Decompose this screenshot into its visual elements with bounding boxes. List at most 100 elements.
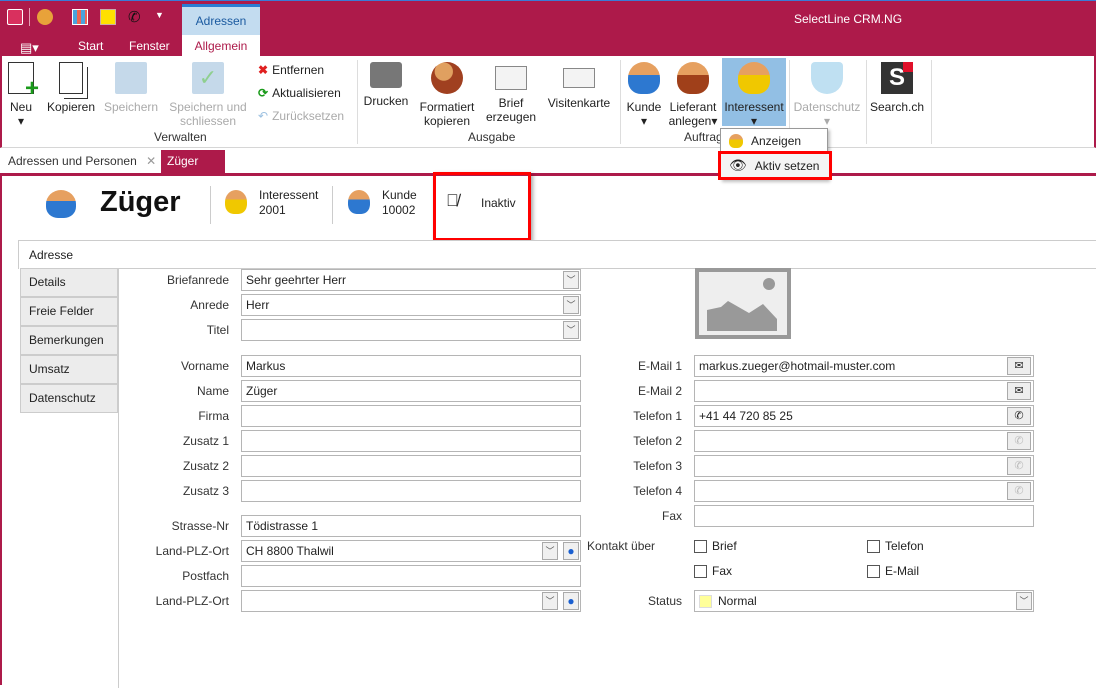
chevron-down-icon[interactable]: ﹀ <box>563 296 579 314</box>
lieferant-anlegen-button[interactable]: Lieferant anlegen▾ <box>666 62 720 128</box>
field-land-plz-ort[interactable]: CH 8800 Thalwil ﹀ ● <box>241 540 581 562</box>
side-tab-umsatz[interactable]: Umsatz <box>20 355 118 384</box>
checkbox-box[interactable] <box>694 539 707 553</box>
field-telefon-3[interactable]: ✆ <box>694 455 1034 477</box>
prospect-inactive-icon <box>225 190 247 214</box>
zuruecksetzen-button[interactable]: ↶ Zurücksetzen <box>258 109 344 123</box>
note-icon[interactable] <box>100 9 116 25</box>
status-select[interactable]: Normal ﹀ <box>694 590 1034 612</box>
doc-tab-adressen[interactable]: Adressen und Personen ✕ <box>2 150 163 173</box>
phone-icon[interactable]: ✆ <box>1007 407 1031 425</box>
calendar-icon[interactable] <box>72 9 88 25</box>
field-value: Sehr geehrter Herr <box>246 273 347 287</box>
side-tab-bemerkungen[interactable]: Bemerkungen <box>20 326 118 355</box>
tab-start[interactable]: Start <box>78 39 103 53</box>
close-icon[interactable]: ✕ <box>146 154 156 168</box>
label: E-Mail 1 <box>637 359 682 373</box>
checkbox-e-mail[interactable]: E-Mail <box>867 564 919 578</box>
chevron-down-icon[interactable]: ﹀ <box>1016 592 1032 610</box>
phone-icon[interactable]: ✆ <box>1007 432 1031 450</box>
field-anrede[interactable]: Herr ﹀ <box>241 294 581 316</box>
map-pin-icon[interactable]: ● <box>563 542 579 560</box>
chevron-down-icon[interactable]: ﹀ <box>542 592 558 610</box>
label: Briefanrede <box>166 273 229 287</box>
qat-dropdown-icon[interactable]: ▼ <box>155 10 164 20</box>
interessent-link[interactable]: Interessent 2001 <box>259 188 318 218</box>
formatiert-kopieren-button[interactable]: Formatiert kopieren <box>417 62 477 128</box>
interessent-button[interactable]: Interessent ▾ <box>722 58 786 128</box>
email-compose-icon[interactable]: ✉ <box>1007 382 1031 400</box>
field-briefanrede[interactable]: Sehr geehrter Herr ﹀ <box>241 269 581 291</box>
field-telefon-2[interactable]: ✆ <box>694 430 1034 452</box>
phone-icon[interactable]: ✆ <box>1007 482 1031 500</box>
map-pin-icon[interactable]: ● <box>563 592 579 610</box>
tab-allgemein[interactable]: Allgemein <box>182 35 260 57</box>
kunde-button[interactable]: Kunde ▾ <box>624 62 664 128</box>
chevron-down-icon[interactable]: ﹀ <box>542 542 558 560</box>
field-zusatz-1[interactable] <box>241 430 581 452</box>
field-e-mail-2[interactable]: ✉ <box>694 380 1034 402</box>
field-land-plz-ort[interactable]: ﹀ ● <box>241 590 581 612</box>
kopieren-button[interactable]: Kopieren <box>46 62 96 114</box>
checkbox-fax[interactable]: Fax <box>694 564 732 578</box>
photo-placeholder[interactable] <box>695 268 791 339</box>
field-name[interactable]: Züger <box>241 380 581 402</box>
neu-button[interactable]: + Neu ▾ <box>8 62 39 128</box>
field-value: Tödistrasse 1 <box>246 519 319 533</box>
side-tab-details[interactable]: Details <box>20 268 118 297</box>
field-titel[interactable]: ﹀ <box>241 319 581 341</box>
visitenkarte-button[interactable]: Visitenkarte <box>546 62 612 110</box>
checkbox-label: Telefon <box>885 539 924 553</box>
remove-icon: ✖ <box>258 63 269 77</box>
addresses-icon[interactable] <box>37 9 53 25</box>
phone-icon[interactable]: ✆ <box>1007 457 1031 475</box>
field-value: markus.zueger@hotmail-muster.com <box>699 359 896 373</box>
status-color-swatch <box>699 594 712 608</box>
brief-erzeugen-button[interactable]: Brief erzeugen <box>486 62 536 124</box>
menu-item-anzeigen[interactable]: Anzeigen <box>729 134 801 148</box>
kunde-link[interactable]: Kunde 10002 <box>382 188 417 218</box>
field-zusatz-2[interactable] <box>241 455 581 477</box>
doc-tab-zueger[interactable]: Züger ✕ <box>161 150 225 191</box>
field-postfach[interactable] <box>241 565 581 587</box>
field-vorname[interactable]: Markus <box>241 355 581 377</box>
speichern-button[interactable]: Speichern <box>104 62 158 114</box>
search-ch-button[interactable]: S Search.ch <box>869 62 925 114</box>
label: E-Mail 2 <box>637 384 682 398</box>
tab-adresse[interactable]: Adresse <box>18 240 1096 269</box>
email-compose-icon[interactable]: ✉ <box>1007 357 1031 375</box>
prospect-icon <box>729 134 743 148</box>
field-zusatz-3[interactable] <box>241 480 581 502</box>
checkbox-box[interactable] <box>867 539 880 553</box>
field-value: CH 8800 Thalwil <box>246 544 334 558</box>
phone-icon[interactable]: ✆ <box>128 8 141 26</box>
checkbox-box[interactable] <box>867 564 880 578</box>
checkbox-box[interactable] <box>694 564 707 578</box>
checkbox-brief[interactable]: Brief <box>694 539 737 553</box>
checkbox-telefon[interactable]: Telefon <box>867 539 924 553</box>
tab-fenster[interactable]: Fenster <box>129 39 170 53</box>
side-tab-freie-felder[interactable]: Freie Felder <box>20 297 118 326</box>
field-e-mail-1[interactable]: markus.zueger@hotmail-muster.com ✉ <box>694 355 1034 377</box>
field-telefon-1[interactable]: +41 44 720 85 25 ✆ <box>694 405 1034 427</box>
label: Telefon 2 <box>633 434 682 448</box>
save-close-icon: ✓ <box>192 62 224 94</box>
speichern-schliessen-button[interactable]: ✓ Speichern und schliessen <box>166 62 250 128</box>
menu-icon[interactable]: ▤▾ <box>20 40 39 56</box>
group-auftrag: Auftrag <box>684 130 723 144</box>
field-strasse-nr[interactable]: Tödistrasse 1 <box>241 515 581 537</box>
label: Titel <box>206 323 229 337</box>
chevron-down-icon[interactable]: ﹀ <box>563 321 579 339</box>
chevron-down-icon[interactable]: ﹀ <box>563 271 579 289</box>
field-fax[interactable] <box>694 505 1034 527</box>
eye-icon: 👁 <box>729 157 747 173</box>
inactive-status-box[interactable]: 👁̸ Inaktiv <box>433 172 531 241</box>
aktualisieren-button[interactable]: ⟳ Aktualisieren <box>258 86 341 100</box>
entfernen-button[interactable]: ✖ Entfernen <box>258 63 324 77</box>
field-firma[interactable] <box>241 405 581 427</box>
datenschutz-button[interactable]: Datenschutz ▾ <box>792 62 862 128</box>
field-telefon-4[interactable]: ✆ <box>694 480 1034 502</box>
drucken-button[interactable]: Drucken <box>362 62 410 108</box>
side-tab-datenschutz[interactable]: Datenschutz <box>20 384 118 413</box>
menu-item-aktiv-setzen[interactable]: 👁 Aktiv setzen <box>718 151 832 180</box>
